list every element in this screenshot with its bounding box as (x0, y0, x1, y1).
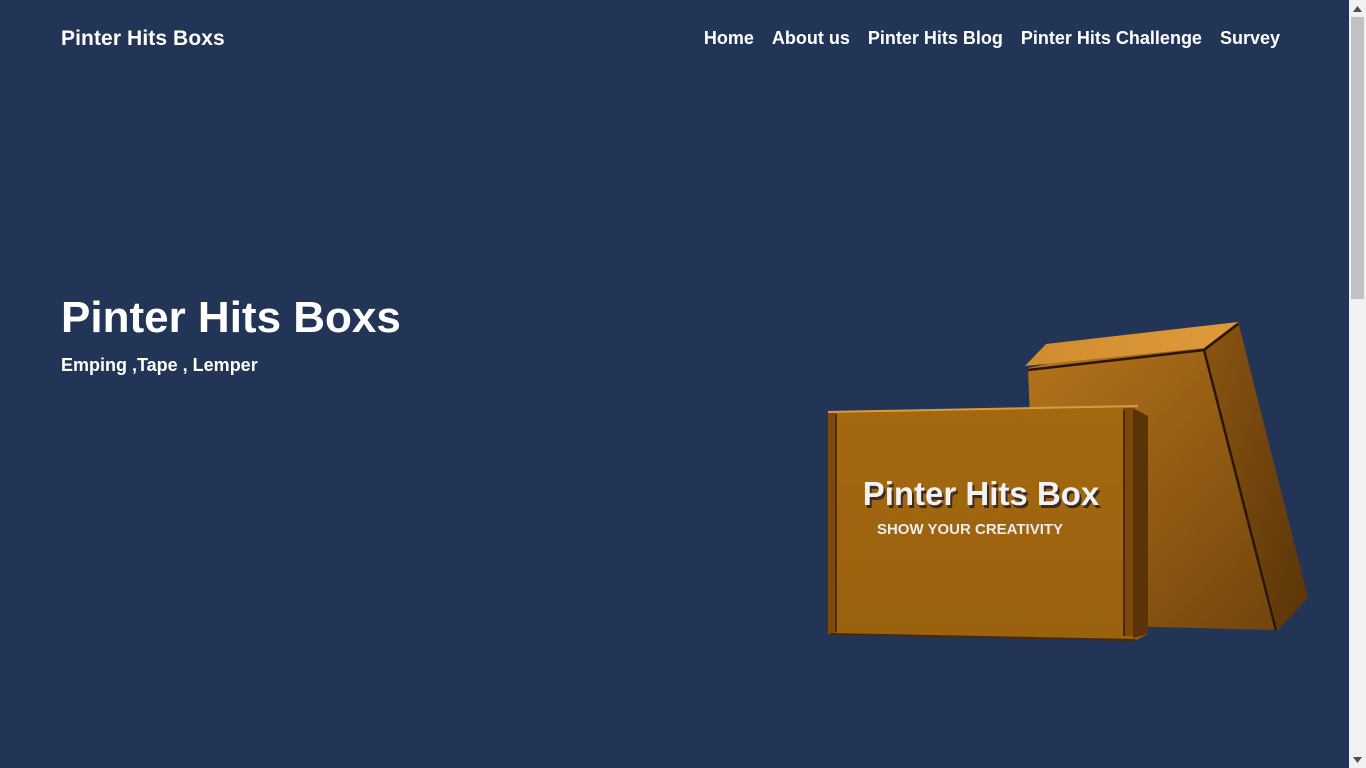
vertical-scrollbar[interactable] (1349, 0, 1366, 768)
landing-page: Pinter Hits Boxs Home About us Pinter Hi… (0, 0, 1349, 768)
box-tagline-text: SHOW YOUR CREATIVITY (877, 521, 1063, 538)
scrollbar-thumb[interactable] (1351, 17, 1364, 299)
front-box: Pinter Hits Box Pinter Hits Box SHOW YOU… (827, 405, 1148, 641)
hero-title: Pinter Hits Boxs (61, 293, 401, 342)
scroll-down-arrow-icon[interactable] (1349, 751, 1366, 768)
nav-item-about: About us (772, 28, 850, 49)
nav-link-about-us[interactable]: About us (772, 28, 850, 48)
nav-link-survey[interactable]: Survey (1220, 28, 1280, 48)
main-nav: Home About us Pinter Hits Blog Pinter Hi… (704, 28, 1280, 49)
nav-link-challenge[interactable]: Pinter Hits Challenge (1021, 28, 1202, 48)
box-title-text: Pinter Hits Box (863, 475, 1100, 512)
brand-logo-link[interactable]: Pinter Hits Boxs (61, 27, 225, 51)
nav-link-home[interactable]: Home (704, 28, 754, 48)
nav-item-challenge: Pinter Hits Challenge (1021, 28, 1202, 49)
scroll-up-arrow-icon[interactable] (1349, 0, 1366, 17)
product-box-image: Pinter Hits Box Pinter Hits Box SHOW YOU… (827, 322, 1308, 641)
nav-item-survey: Survey (1220, 28, 1280, 49)
browser-viewport: Pinter Hits Boxs Home About us Pinter Hi… (0, 0, 1366, 768)
hero-subtitle: Emping ,Tape , Lemper (61, 355, 258, 375)
nav-item-home: Home (704, 28, 754, 49)
nav-item-blog: Pinter Hits Blog (868, 28, 1003, 49)
nav-link-blog[interactable]: Pinter Hits Blog (868, 28, 1003, 48)
